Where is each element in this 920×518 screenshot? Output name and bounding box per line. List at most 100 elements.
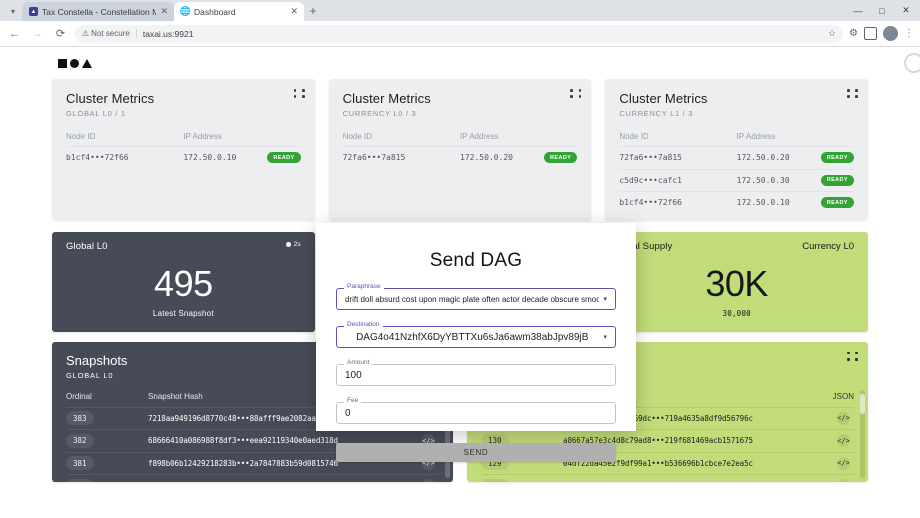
shield-icon: ▲ [29,7,38,16]
json-icon[interactable]: </> [421,479,435,482]
close-icon[interactable]: ✕ [160,7,168,16]
browser-toolbar: ← → ⟳ ⚠ Not secure taxai.us:9921 ☆ ⚙ ⋮ [0,21,920,47]
json-icon[interactable]: </> [836,479,850,482]
stat-card-total-supply: Total Supply Currency L0 30K 30,000 [565,231,869,332]
browser-window: ▾ ▲ Tax Constella - Constellation M ✕ 🌐 … [0,0,920,518]
overflow-menu-icon[interactable]: ⋮ [904,28,914,39]
status-badge: READY [820,174,854,186]
tab-tax-constella[interactable]: ▲ Tax Constella - Constellation M ✕ [22,2,174,21]
amount-field: Amount 100 [336,359,616,386]
maximize-button[interactable]: □ [870,0,894,21]
node-id: 72fa6•••7a815 [342,153,406,163]
card-title: Cluster Metrics [342,91,431,106]
cluster-card-global-l0: Cluster Metrics GLOBAL L0 / 1 Node ID IP… [52,79,315,220]
paraphrase-select[interactable]: Paraphrase drift doll absurd cost upon m… [336,283,616,310]
json-icon[interactable]: </> [836,411,850,425]
table-row[interactable]: 380 65d1f04c0c533c0449b•••df8544c4047a4a… [66,474,439,482]
address-bar[interactable]: ⚠ Not secure taxai.us:9921 ☆ [75,24,844,43]
stat-caption: 30,000 [722,308,751,318]
stat-value: 30K [705,262,768,304]
toolbar-icons: ⚙ ⋮ [849,26,914,41]
table-row[interactable]: c5d9c•••cafc1 172.50.0.30 READY [619,168,855,192]
status-badge: READY [820,152,854,164]
cluster-metrics-row: Cluster Metrics GLOBAL L0 / 1 Node ID IP… [0,79,920,220]
column-json: JSON [832,391,854,401]
circle-icon [70,58,79,68]
destination-label: Destination [344,321,383,329]
card-menu-icon[interactable] [847,89,859,98]
amount-value: 100 [345,369,362,381]
json-icon[interactable]: </> [836,434,850,448]
chevron-down-icon[interactable]: ▾ [603,295,607,303]
card-title: Cluster Metrics [619,91,708,106]
paraphrase-field: Paraphrase drift doll absurd cost upon m… [336,283,616,310]
send-button[interactable]: SEND [336,443,616,462]
node-id: c5d9c•••cafc1 [619,175,682,185]
stat-label: Global L0 [66,240,108,252]
window-controls: — □ ✕ [846,0,918,21]
tab-strip: ▾ ▲ Tax Constella - Constellation M ✕ 🌐 … [0,0,920,21]
close-icon[interactable]: ✕ [290,7,298,16]
card-menu-icon[interactable] [570,89,582,98]
cluster-card-currency-l1: Cluster Metrics CURRENCY L1 / 3 Node ID … [605,79,869,220]
table-row[interactable]: b1cf4•••72f66 172.50.0.10 READY [66,146,301,169]
triangle-icon [82,58,92,68]
extensions-icon[interactable]: ⚙ [849,28,858,39]
fee-input[interactable]: Fee 0 [336,397,616,424]
column-node-id: Node ID [619,132,649,141]
table-row[interactable]: b1cf4•••72f66 172.50.0.10 READY [619,191,855,214]
node-id: b1cf4•••72f66 [619,198,682,208]
not-secure-badge[interactable]: ⚠ Not secure [82,29,137,38]
ordinal-badge: 128 [481,478,509,482]
minimize-button[interactable]: — [846,0,870,21]
card-title: Cluster Metrics [66,91,155,106]
puzzle-icon[interactable] [864,27,877,40]
status-badge: READY [267,152,301,164]
bookmark-icon[interactable]: ☆ [828,28,836,39]
scrollbar[interactable] [860,389,865,478]
app-header [0,47,920,79]
new-tab-button[interactable]: + [304,2,322,20]
card-menu-icon[interactable] [293,89,305,98]
ip-address: 172.50.0.20 [736,153,790,163]
card-subtitle: CURRENCY L0 / 3 [342,109,417,118]
table-header: Node ID IP Address [619,118,854,146]
column-ordinal: Ordinal [66,391,92,401]
chevron-down-icon[interactable]: ▾ [603,333,607,341]
ordinal-badge: 382 [66,433,94,448]
not-secure-label: Not secure [91,29,130,38]
reload-icon[interactable]: ⟳ [52,25,69,42]
amount-label: Amount [344,359,373,367]
fee-value: 0 [345,407,351,419]
refresh-timer: 2s [285,241,301,248]
status-badge: READY [544,152,578,164]
url-text: taxai.us:9921 [142,28,194,39]
avatar-circle-icon[interactable] [904,53,920,73]
stat-card-global-l0: Global L0 2s 495 Latest Snapshot [52,231,315,332]
table-header: Node ID IP Address [66,118,301,146]
table-header: Node ID IP Address [343,118,578,146]
stat-right-label: Currency L0 [802,240,855,252]
tab-dashboard[interactable]: 🌐 Dashboard ✕ [174,2,304,21]
close-window-button[interactable]: ✕ [894,0,918,21]
fee-label: Fee [344,397,362,405]
ip-address: 172.50.0.20 [460,153,513,163]
table-row[interactable]: 72fa6•••7a815 172.50.0.20 READY [342,146,578,169]
destination-select[interactable]: Destination DAG4o41NzhfX6DyYBTTXu6sJa6aw… [336,321,616,348]
amount-input[interactable]: Amount 100 [336,359,616,386]
forward-icon[interactable]: → [29,25,46,42]
square-icon [58,58,67,68]
back-icon[interactable]: ← [6,25,23,42]
destination-field: Destination DAG4o41NzhfX6DyYBTTXu6sJa6aw… [336,321,616,348]
table-row[interactable]: 128 0d254c75dbc6cbffa50d•••8a6f2f828412d… [481,474,854,482]
ordinal-badge: 383 [66,411,94,426]
scrollbar-thumb[interactable] [860,393,865,414]
avatar[interactable] [883,26,898,41]
tab-search-button[interactable]: ▾ [4,2,22,20]
ordinal-badge: 380 [66,478,94,482]
card-subtitle: CURRENCY L1 / 3 [619,109,694,118]
table-row[interactable]: 72fa6•••7a815 172.50.0.20 READY [619,146,855,169]
square-circle-triangle-logo [58,58,92,68]
card-menu-icon[interactable] [847,351,858,361]
json-icon[interactable]: </> [836,456,850,470]
